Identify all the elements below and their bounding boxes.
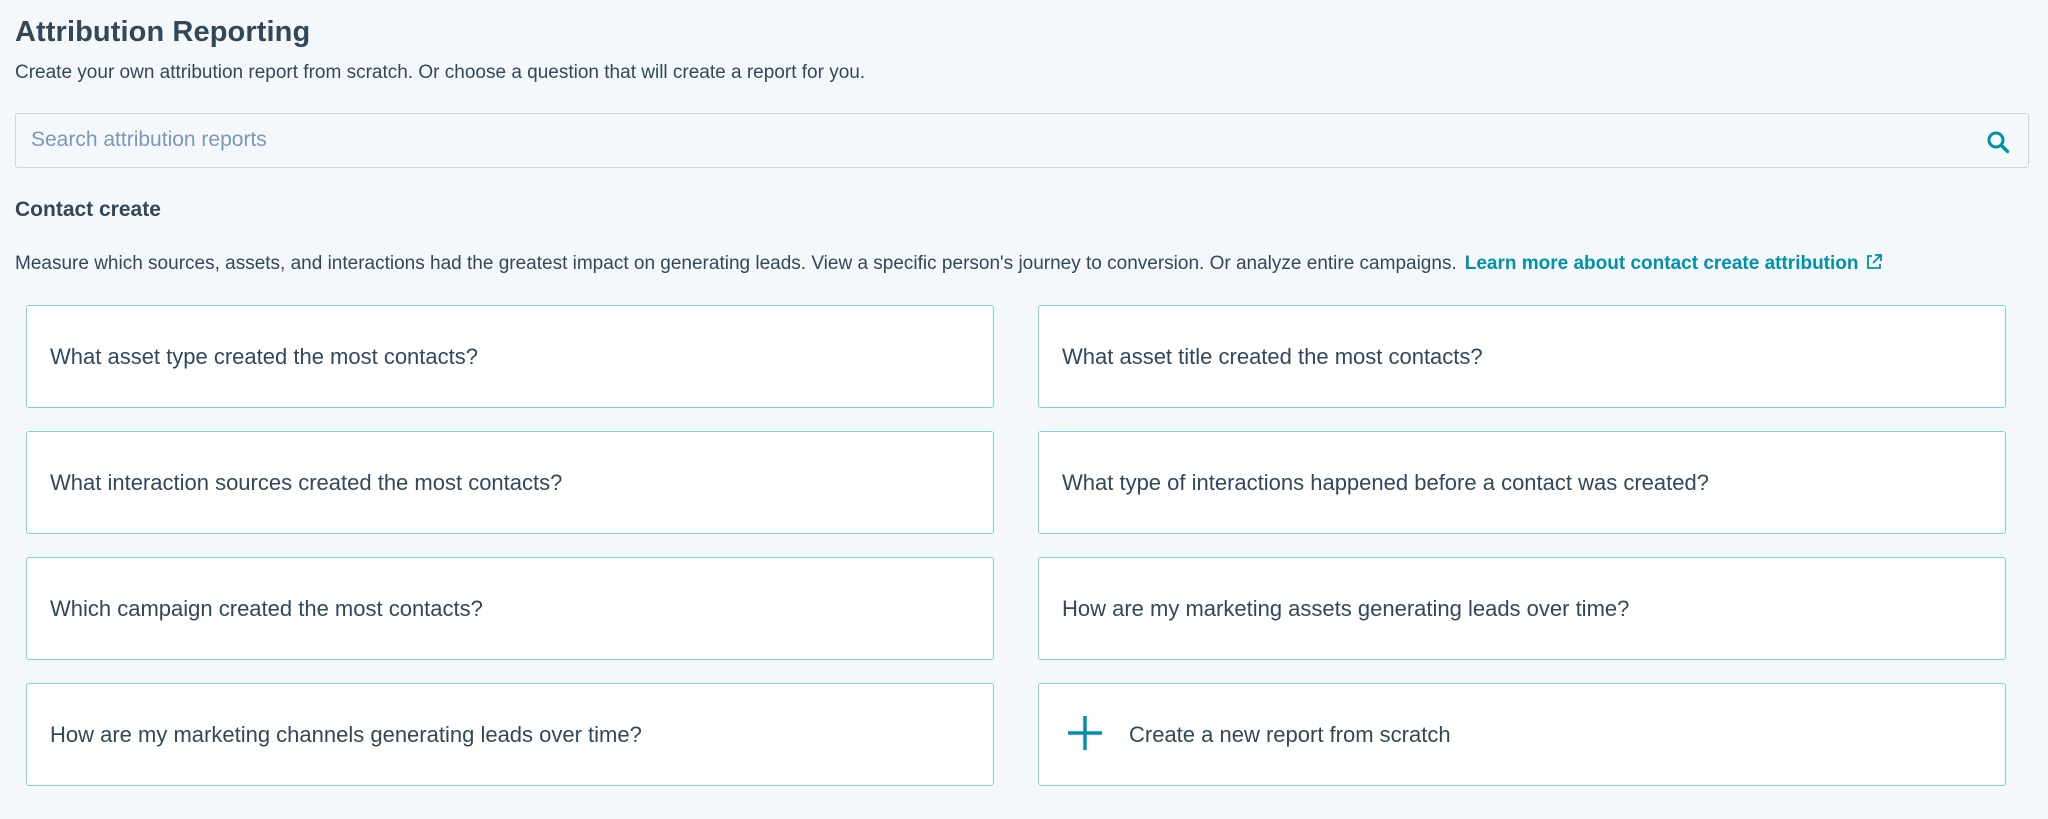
page-title: Attribution Reporting — [15, 16, 311, 48]
card-label: Which campaign created the most contacts… — [50, 596, 483, 621]
search-input[interactable] — [16, 114, 1956, 166]
learn-more-link-label: Learn more about contact create attribut… — [1464, 253, 1859, 274]
question-card-assets-over-time[interactable]: How are my marketing assets generating l… — [1038, 557, 2006, 660]
create-report-from-scratch-card[interactable]: Create a new report from scratch — [1038, 683, 2006, 786]
question-card-interaction-types[interactable]: What type of interactions happened befor… — [1038, 431, 2006, 534]
learn-more-link[interactable]: Learn more about contact create attribut… — [1465, 253, 1883, 274]
question-card-asset-title[interactable]: What asset title created the most contac… — [1038, 305, 2006, 408]
question-card-interaction-sources[interactable]: What interaction sources created the mos… — [26, 431, 994, 534]
card-label: What asset title created the most contac… — [1062, 344, 1483, 369]
attribution-reporting-page: Attribution Reporting Create your own at… — [0, 0, 2048, 819]
section-title: Contact create — [15, 198, 161, 221]
external-link-icon — [1866, 254, 1882, 269]
card-label: What asset type created the most contact… — [50, 344, 478, 369]
card-label: What interaction sources created the mos… — [50, 470, 563, 495]
card-label: How are my marketing assets generating l… — [1062, 596, 1630, 621]
search-box — [15, 113, 2029, 168]
card-label: What type of interactions happened befor… — [1062, 470, 1709, 495]
section-description-row: Measure which sources, assets, and inter… — [15, 253, 1883, 275]
page-subtitle: Create your own attribution report from … — [15, 62, 866, 83]
card-label: Create a new report from scratch — [1129, 722, 1451, 747]
question-card-channels-over-time[interactable]: How are my marketing channels generating… — [26, 683, 994, 786]
question-card-campaign[interactable]: Which campaign created the most contacts… — [26, 557, 994, 660]
card-label: How are my marketing channels generating… — [50, 722, 642, 747]
plus-icon — [1068, 716, 1102, 750]
question-card-asset-type[interactable]: What asset type created the most contact… — [26, 305, 994, 408]
section-description: Measure which sources, assets, and inter… — [15, 253, 1457, 274]
search-icon[interactable] — [1986, 130, 2010, 154]
